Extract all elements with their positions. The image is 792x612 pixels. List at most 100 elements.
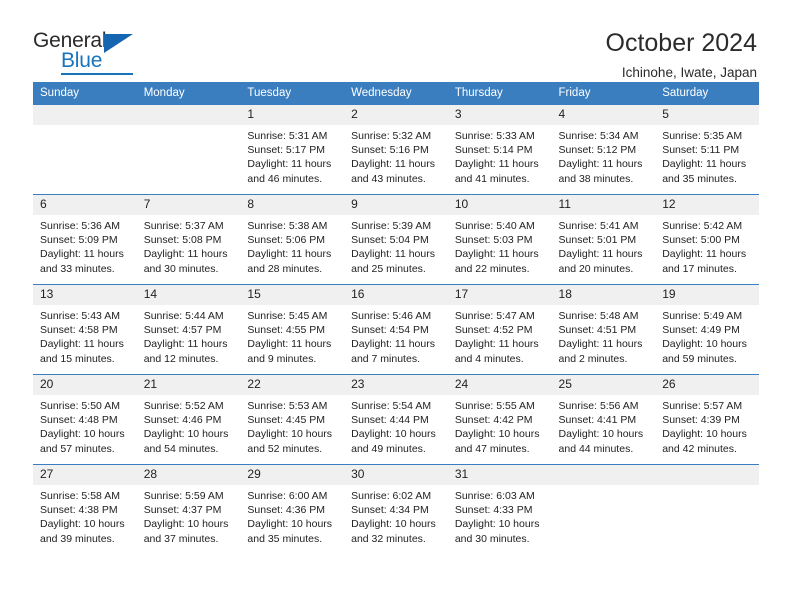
calendar-day-cell[interactable]: 10 Sunrise: 5:40 AM Sunset: 5:03 PM Dayligh… [447, 194, 552, 285]
sunrise-text: Sunrise: 5:57 AM [662, 400, 743, 412]
daylight-text-line2: and 9 minutes. [247, 352, 317, 365]
daylight-text-line2: and 35 minutes. [662, 172, 737, 185]
calendar-day-cell[interactable]: 17 Sunrise: 5:47 AM Sunset: 4:52 PM Dayligh… [447, 284, 552, 375]
page-subtitle: Ichinohe, Iwate, Japan [621, 65, 757, 81]
calendar-day-cell[interactable]: 5 Sunrise: 5:35 AM Sunset: 5:11 PM Daylight… [655, 105, 759, 195]
calendar-day-cell[interactable]: 31 Sunrise: 6:03 AM Sunset: 4:33 PM Dayligh… [447, 464, 552, 554]
sunrise-text: Sunrise: 5:35 AM [662, 130, 743, 142]
calendar-day-cell[interactable]: 16 Sunrise: 5:46 AM Sunset: 4:54 PM Dayligh… [344, 284, 448, 375]
daylight-text-line2: and 7 minutes. [351, 352, 420, 365]
daylight-text-line1: Daylight: 10 hours [143, 428, 229, 441]
daylight-text-line2: and 35 minutes. [247, 532, 323, 545]
calendar-day-cell[interactable]: 3 Sunrise: 5:33 AM Sunset: 5:14 PM Daylight… [447, 105, 552, 195]
calendar-day-cell[interactable]: 6 Sunrise: 5:36 AM Sunset: 5:09 PM Daylight… [33, 194, 137, 285]
day-number: 9 [344, 195, 448, 215]
calendar-day-cell[interactable]: 9 Sunrise: 5:39 AM Sunset: 5:04 PM Daylight… [344, 194, 448, 285]
daylight-text-line2: and 57 minutes. [40, 442, 115, 455]
sunset-text: Sunset: 4:54 PM [351, 324, 429, 337]
calendar-day-cell[interactable]: 2 Sunrise: 5:32 AM Sunset: 5:16 PM Daylight… [344, 105, 448, 195]
calendar-week-row: 13 Sunrise: 5:43 AM Sunset: 4:58 PM Dayligh… [33, 284, 759, 375]
logo-text-general: General [33, 29, 107, 52]
sunrise-text: Sunrise: 6:02 AM [351, 490, 432, 502]
daylight-text-line2: and 52 minutes. [247, 442, 323, 455]
sunrise-text: Sunrise: 5:39 AM [351, 220, 432, 232]
daylight-text-line1: Daylight: 11 hours [40, 248, 124, 261]
calendar-day-cell[interactable]: 28 Sunrise: 5:59 AM Sunset: 4:37 PM Dayligh… [136, 464, 241, 554]
sunset-text: Sunset: 4:37 PM [143, 504, 222, 517]
daylight-text-line2: and 33 minutes. [40, 262, 115, 275]
calendar-day-cell[interactable]: 18 Sunrise: 5:48 AM Sunset: 4:51 PM Dayligh… [551, 284, 656, 375]
calendar-day-cell[interactable]: 15 Sunrise: 5:45 AM Sunset: 4:55 PM Dayligh… [240, 284, 345, 375]
daylight-text-line1: Daylight: 11 hours [662, 158, 747, 171]
sunset-text: Sunset: 4:49 PM [662, 324, 740, 337]
daylight-text-line1: Daylight: 10 hours [40, 518, 125, 531]
calendar-day-cell[interactable]: 14 Sunrise: 5:44 AM Sunset: 4:57 PM Dayligh… [136, 284, 241, 375]
day-details: Sunrise: 5:40 AM Sunset: 5:03 PM Daylight:… [448, 215, 552, 276]
calendar-week-row: 27 Sunrise: 5:58 AM Sunset: 4:38 PM Dayligh… [33, 464, 759, 554]
calendar-day-cell[interactable]: 12 Sunrise: 5:42 AM Sunset: 5:00 PM Dayligh… [655, 194, 759, 285]
weekday-header-wednesday: Wednesday [344, 82, 448, 105]
calendar-day-cell[interactable]: 11 Sunrise: 5:41 AM Sunset: 5:01 PM Dayligh… [551, 194, 656, 285]
calendar-day-cell[interactable]: 30 Sunrise: 6:02 AM Sunset: 4:34 PM Dayligh… [344, 464, 448, 554]
sunrise-text: Sunrise: 5:40 AM [454, 220, 535, 232]
day-details: Sunrise: 5:43 AM Sunset: 4:58 PM Daylight:… [33, 305, 137, 366]
day-number: 7 [136, 195, 241, 215]
day-number: 15 [240, 285, 345, 305]
sunrise-text: Sunrise: 5:54 AM [351, 400, 432, 412]
sunset-text: Sunset: 4:46 PM [143, 414, 222, 427]
day-details: Sunrise: 5:48 AM Sunset: 4:51 PM Daylight:… [552, 305, 656, 366]
calendar-day-cell[interactable]: 25 Sunrise: 5:56 AM Sunset: 4:41 PM Dayligh… [551, 374, 656, 465]
daylight-text-line1: Daylight: 10 hours [143, 518, 229, 531]
calendar-day-cell[interactable]: 13 Sunrise: 5:43 AM Sunset: 4:58 PM Dayligh… [33, 284, 137, 375]
calendar-day-cell[interactable]: 4 Sunrise: 5:34 AM Sunset: 5:12 PM Daylight… [551, 105, 656, 195]
daylight-text-line2: and 2 minutes. [558, 352, 628, 365]
daylight-text-line2: and 4 minutes. [454, 352, 524, 365]
day-number: 27 [33, 465, 137, 485]
calendar-day-cell[interactable]: 19 Sunrise: 5:49 AM Sunset: 4:49 PM Dayligh… [655, 284, 759, 375]
sunset-text: Sunset: 5:12 PM [558, 144, 637, 157]
calendar-day-cell[interactable]: 8 Sunrise: 5:38 AM Sunset: 5:06 PM Daylight… [240, 194, 345, 285]
sunset-text: Sunset: 4:34 PM [351, 504, 429, 517]
day-details: Sunrise: 5:47 AM Sunset: 4:52 PM Daylight:… [448, 305, 552, 366]
calendar-day-cell[interactable]: 26 Sunrise: 5:57 AM Sunset: 4:39 PM Dayligh… [655, 374, 759, 465]
day-number: 4 [551, 105, 656, 125]
day-number: 23 [344, 375, 448, 395]
daylight-text-line1: Daylight: 11 hours [351, 338, 435, 351]
day-details: Sunrise: 5:56 AM Sunset: 4:41 PM Daylight:… [552, 395, 656, 456]
day-number: 3 [447, 105, 552, 125]
day-number: 24 [447, 375, 552, 395]
calendar-day-cell-empty [33, 105, 137, 195]
calendar-day-cell[interactable]: 7 Sunrise: 5:37 AM Sunset: 5:08 PM Daylight… [136, 194, 241, 285]
sunrise-text: Sunrise: 5:33 AM [454, 130, 535, 142]
daylight-text-line2: and 12 minutes. [143, 352, 219, 365]
calendar-day-cell[interactable]: 20 Sunrise: 5:50 AM Sunset: 4:48 PM Dayligh… [33, 374, 137, 465]
day-details: Sunrise: 5:50 AM Sunset: 4:48 PM Daylight:… [33, 395, 137, 456]
weekday-header-sunday: Sunday [33, 82, 137, 105]
calendar-page: General Blue October 2024 Ichinohe, Iwat… [0, 0, 792, 612]
daylight-text-line2: and 43 minutes. [351, 172, 426, 185]
calendar-day-cell[interactable]: 24 Sunrise: 5:55 AM Sunset: 4:42 PM Dayligh… [447, 374, 552, 465]
daylight-text-line2: and 41 minutes. [454, 172, 530, 185]
calendar-day-cell[interactable]: 27 Sunrise: 5:58 AM Sunset: 4:38 PM Dayligh… [33, 464, 137, 554]
sunset-text: Sunset: 4:42 PM [454, 414, 533, 427]
calendar-day-cell[interactable]: 21 Sunrise: 5:52 AM Sunset: 4:46 PM Dayligh… [136, 374, 241, 465]
day-details: Sunrise: 5:38 AM Sunset: 5:06 PM Daylight:… [240, 215, 344, 276]
calendar-day-cell[interactable]: 1 Sunrise: 5:31 AM Sunset: 5:17 PM Daylight… [240, 105, 345, 195]
day-number: 10 [447, 195, 552, 215]
day-details: Sunrise: 5:31 AM Sunset: 5:17 PM Daylight:… [240, 125, 344, 186]
calendar-week-row: 20 Sunrise: 5:50 AM Sunset: 4:48 PM Dayligh… [33, 374, 759, 465]
calendar-day-cell[interactable]: 23 Sunrise: 5:54 AM Sunset: 4:44 PM Dayligh… [344, 374, 448, 465]
daylight-text-line2: and 59 minutes. [662, 352, 737, 365]
sunrise-text: Sunrise: 5:47 AM [454, 310, 535, 322]
sunset-text: Sunset: 5:09 PM [40, 234, 118, 247]
daylight-text-line2: and 20 minutes. [558, 262, 634, 275]
sunrise-text: Sunrise: 5:34 AM [558, 130, 639, 142]
daylight-text-line1: Daylight: 10 hours [558, 428, 644, 441]
calendar-day-cell[interactable]: 22 Sunrise: 5:53 AM Sunset: 4:45 PM Dayligh… [240, 374, 345, 465]
sunrise-text: Sunrise: 5:43 AM [40, 310, 120, 322]
day-number: 31 [447, 465, 552, 485]
day-number: 19 [655, 285, 759, 305]
sunrise-text: Sunrise: 5:52 AM [143, 400, 224, 412]
daylight-text-line2: and 39 minutes. [40, 532, 115, 545]
calendar-day-cell[interactable]: 29 Sunrise: 6:00 AM Sunset: 4:36 PM Dayligh… [240, 464, 345, 554]
